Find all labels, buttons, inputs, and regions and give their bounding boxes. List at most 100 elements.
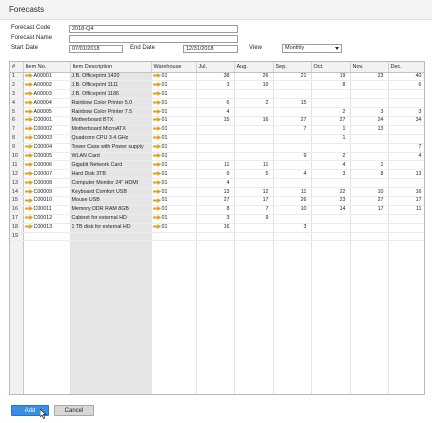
cell-jul[interactable]: 3 [196,80,235,91]
cell-jul[interactable]: 9 [196,169,235,180]
cell-oct[interactable]: 2 [311,152,351,162]
cell-item-no[interactable]: C00004 [23,143,71,153]
cell-oct[interactable]: 1 [311,125,351,135]
view-select[interactable]: Monthly [282,44,342,53]
cell-warehouse[interactable]: 01 [151,196,197,206]
cell-sep[interactable]: 15 [273,98,312,109]
table-row[interactable]: 1 A00001 J.B. Officeprint 1420 01 38 26 21 19 23… [10,72,424,82]
cell-oct[interactable]: 4 [311,160,351,171]
link-arrow-icon[interactable] [152,197,161,203]
cell-jul[interactable] [196,232,235,242]
cell-item-no[interactable]: C00006 [23,160,71,171]
link-arrow-icon[interactable] [24,117,33,123]
table-row[interactable]: 14 C00009 Keyboard Comfort USB 01 13 12 11 22 10… [10,187,424,197]
cell-sep[interactable]: 7 [273,125,312,135]
column-header-nov[interactable]: Nov. [350,62,389,73]
link-arrow-icon[interactable] [24,179,33,185]
cell-dec[interactable]: 34 [388,116,424,126]
cell-item-no[interactable]: A00003 [23,89,71,100]
end-date-field[interactable]: 12/31/2018 [183,45,238,53]
cell-nov[interactable] [350,223,389,233]
forecast-code-field[interactable]: 2018-Q4 [69,25,238,33]
cell-aug[interactable]: 2 [234,98,274,109]
table-row[interactable]: 11 C00006 Gigabit Network Card 01 11 11 4 1 [10,160,424,171]
cell-dec[interactable] [388,178,424,189]
cell-sep[interactable]: 27 [273,116,312,126]
cell-item-no[interactable]: C00013 [23,223,71,233]
cell-item-no[interactable]: C00012 [23,214,71,224]
cell-sep[interactable]: 4 [273,169,312,180]
cell-warehouse[interactable]: 01 [151,72,197,82]
cell-item-no[interactable] [23,232,71,242]
cell-oct[interactable] [311,89,351,100]
cell-warehouse[interactable]: 01 [151,125,197,135]
cell-jul[interactable] [196,143,235,153]
column-header-jul[interactable]: Jul. [196,62,235,73]
link-arrow-icon[interactable] [152,215,161,221]
link-arrow-icon[interactable] [152,135,161,141]
cell-jul[interactable] [196,89,235,100]
column-header-oct[interactable]: Oct. [311,62,351,73]
cell-dec[interactable]: 4 [388,152,424,162]
cell-nov[interactable]: 10 [350,187,389,197]
table-row[interactable]: 18 C00013 1 TB disk for external HD 01 16 3 [10,223,424,233]
cell-warehouse[interactable]: 01 [151,160,197,171]
cell-warehouse[interactable]: 01 [151,187,197,197]
cell-aug[interactable]: 11 [234,160,274,171]
cell-jul[interactable] [196,134,235,144]
cell-sep[interactable] [273,107,312,117]
link-arrow-icon[interactable] [152,81,161,87]
link-arrow-icon[interactable] [152,99,161,105]
table-row[interactable]: 16 C00011 Memory DDR RAM 8GB 01 8 7 10 14 17 11 [10,205,424,215]
link-arrow-icon[interactable] [24,188,33,194]
link-arrow-icon[interactable] [152,90,161,96]
cell-aug[interactable] [234,89,274,100]
link-arrow-icon[interactable] [152,224,161,230]
link-arrow-icon[interactable] [152,153,161,159]
cell-oct[interactable]: 1 [311,134,351,144]
cell-dec[interactable]: 11 [388,205,424,215]
link-arrow-icon[interactable] [24,135,33,141]
cell-item-no[interactable]: C00010 [23,196,71,206]
link-arrow-icon[interactable] [24,161,33,167]
cell-nov[interactable]: 23 [350,72,389,82]
cell-sep[interactable] [273,143,312,153]
cell-aug[interactable]: 12 [234,187,274,197]
link-arrow-icon[interactable] [152,170,161,176]
table-row[interactable]: 12 C00007 Hard Disk 3TB 01 9 5 4 3 8 13 [10,169,424,180]
table-row[interactable]: 17 C00012 Cabinet for external HD 01 3 9 [10,214,424,224]
cell-jul[interactable]: 15 [196,116,235,126]
cell-nov[interactable]: 27 [350,196,389,206]
cell-item-no[interactable]: C00007 [23,169,71,180]
cell-jul[interactable] [196,125,235,135]
cell-nov[interactable]: 17 [350,205,389,215]
cell-dec[interactable] [388,134,424,144]
cell-sep[interactable] [273,89,312,100]
link-arrow-icon[interactable] [152,161,161,167]
link-arrow-icon[interactable] [152,206,161,212]
cell-jul[interactable]: 11 [196,160,235,171]
table-row[interactable]: 7 C00002 Motherboard MicroATX 01 7 1 13 [10,125,424,135]
cell-oct[interactable]: 8 [311,80,351,91]
cell-oct[interactable] [311,232,351,242]
link-arrow-icon[interactable] [24,170,33,176]
cell-sep[interactable]: 21 [273,72,312,82]
column-header-dec[interactable]: Dec. [388,62,424,73]
table-row[interactable]: 15 C00010 Mouse USB 01 27 17 26 23 27 17 [10,196,424,206]
cell-dec[interactable]: 40 [388,72,424,82]
link-arrow-icon[interactable] [24,206,33,212]
link-arrow-icon[interactable] [152,117,161,123]
cell-aug[interactable]: 5 [234,169,274,180]
link-arrow-icon[interactable] [24,197,33,203]
cell-nov[interactable]: 13 [350,125,389,135]
cell-oct[interactable]: 2 [311,107,351,117]
table-row[interactable]: 10 C00005 WLAN Card 01 9 2 4 [10,152,424,162]
cell-jul[interactable]: 3 [196,214,235,224]
link-arrow-icon[interactable] [24,81,33,87]
link-arrow-icon[interactable] [152,144,161,150]
cell-nov[interactable]: 8 [350,169,389,180]
cell-item-no[interactable]: C00003 [23,134,71,144]
cell-warehouse[interactable]: 01 [151,169,197,180]
cell-warehouse[interactable]: 01 [151,80,197,91]
cell-dec[interactable] [388,98,424,109]
